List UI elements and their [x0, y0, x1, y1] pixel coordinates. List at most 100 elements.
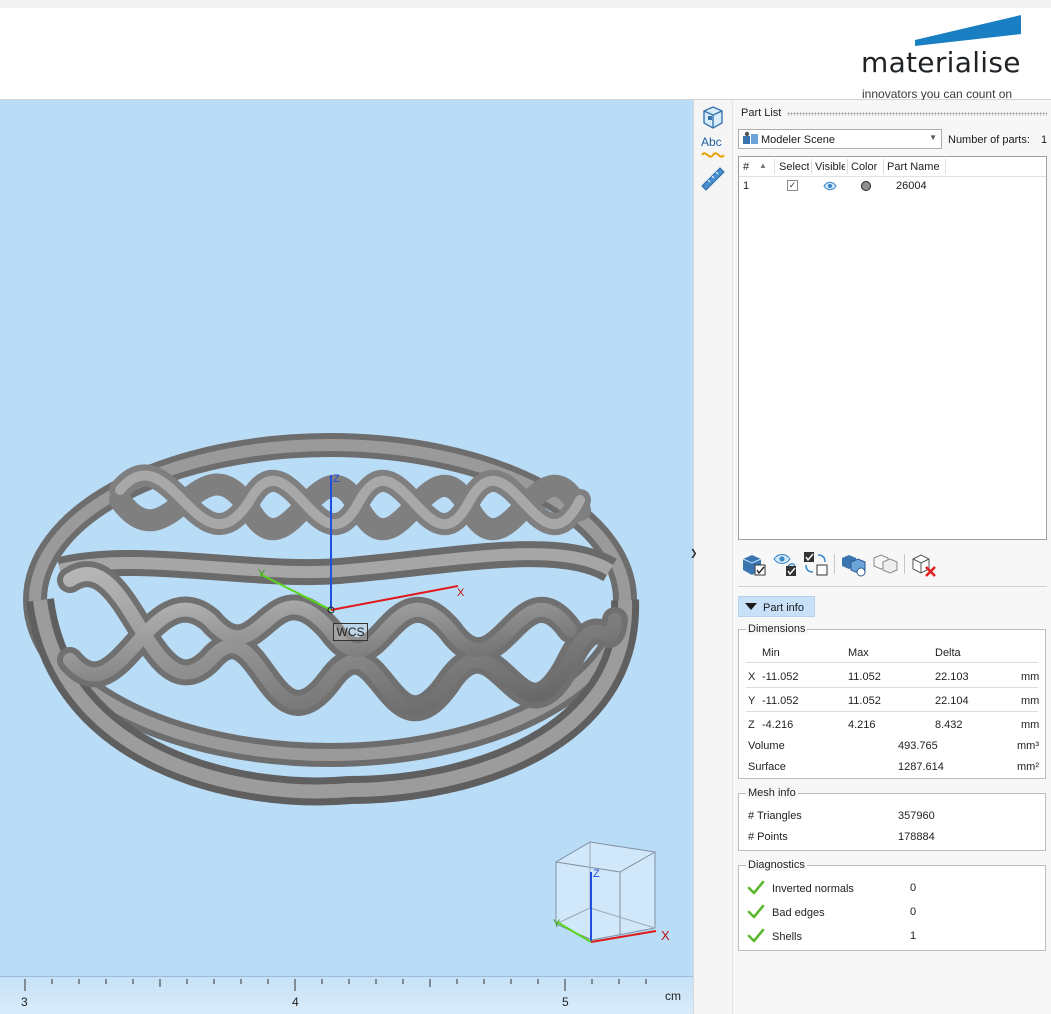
logo-tagline: innovators you can count on: [862, 87, 1013, 101]
ruler-measure-icon[interactable]: [699, 164, 727, 192]
toggle-visibility-icon[interactable]: [772, 550, 800, 578]
diag-shells-label: Shells: [772, 931, 802, 943]
dim-z-delta: 8.432: [935, 719, 963, 731]
dim-x-delta: 22.103: [935, 671, 969, 683]
top-header-bar: materialise innovators you can count on: [0, 0, 1051, 102]
select-all-parts-icon[interactable]: [740, 550, 768, 578]
dim-x-max: 11.052: [848, 671, 881, 683]
dimensions-title: Dimensions: [746, 623, 808, 635]
panel-title: Part List: [741, 107, 782, 119]
part-list-panel: Part List Modeler Scene ▼ Number of part…: [733, 100, 1051, 1014]
number-of-parts-label: Number of parts:: [948, 134, 1030, 146]
view-cube-icon[interactable]: [699, 104, 727, 132]
ruler-unit: cm: [665, 989, 681, 1003]
diag-shells-value: 1: [910, 930, 917, 942]
diag-bad-edges-label: Bad edges: [772, 907, 825, 919]
delete-part-icon[interactable]: [910, 550, 938, 578]
mesh-info-title: Mesh info: [746, 787, 798, 799]
diag-bad-edges-value: 0: [910, 906, 917, 918]
side-toolstrip: Abc ❯: [690, 100, 733, 1014]
dim-header-max: Max: [848, 647, 869, 659]
volume-label: Volume: [748, 740, 785, 752]
row-select-checkbox[interactable]: ✓: [787, 180, 798, 191]
part-info-label: Part info: [763, 602, 804, 614]
wcs-label: WCS: [333, 623, 368, 641]
cube-z-label: Z: [593, 868, 600, 880]
orientation-cube[interactable]: [555, 841, 657, 943]
dim-x-unit: mm: [1021, 671, 1040, 683]
volume-value: 493.765: [898, 740, 938, 752]
points-label: # Points: [748, 831, 788, 843]
color-swatch-icon[interactable]: [860, 180, 872, 192]
chevron-down-icon: ▼: [929, 133, 937, 142]
scene-select-value: Modeler Scene: [761, 134, 835, 146]
volume-unit: mm³: [1017, 740, 1039, 752]
dim-x-min: -11.052: [762, 671, 799, 683]
collapse-triangle-icon: [745, 603, 757, 610]
dim-z-unit: mm: [1021, 719, 1040, 731]
dim-axis-y: Y: [748, 695, 756, 707]
ruler-ticks: [24, 979, 647, 991]
diagnostics-title: Diagnostics: [746, 859, 807, 871]
eye-icon[interactable]: [823, 181, 837, 191]
diag-inverted-normals-value: 0: [910, 882, 917, 894]
part-list-table[interactable]: # ▲ Select Visible Color Part Name 1 ✓ 2…: [738, 156, 1047, 540]
collapse-arrow-icon[interactable]: ❯: [690, 548, 698, 559]
panel-grip[interactable]: [787, 112, 1047, 116]
table-row[interactable]: 1 ✓ 26004: [739, 178, 1046, 194]
dim-z-max: 4.216: [848, 719, 876, 731]
dim-y-min: -11.052: [762, 695, 799, 707]
logo-wordmark: materialise: [861, 46, 1021, 79]
part-info-toggle[interactable]: Part info: [738, 596, 815, 617]
col-index[interactable]: #: [743, 161, 749, 173]
checkmark-icon: [747, 904, 765, 919]
dim-y-max: 11.052: [848, 695, 881, 707]
mesh-info-group: Mesh info # Triangles 357960 # Points 17…: [738, 787, 1046, 851]
dim-y-delta: 22.104: [935, 695, 969, 707]
ungroup-parts-icon[interactable]: [872, 550, 900, 578]
cube-x-label: X: [661, 928, 670, 943]
scene-icon: [743, 131, 758, 144]
dim-axis-x: X: [748, 671, 756, 683]
sort-ascending-icon: ▲: [759, 161, 767, 170]
surface-value: 1287.614: [898, 761, 944, 773]
wcs-y-label: Y: [258, 568, 266, 580]
text-annotation-icon[interactable]: Abc: [699, 135, 727, 163]
group-parts-icon[interactable]: [840, 550, 868, 578]
surface-label: Surface: [748, 761, 786, 773]
surface-unit: mm²: [1017, 761, 1039, 773]
invert-selection-icon[interactable]: [802, 550, 830, 578]
dim-y-unit: mm: [1021, 695, 1040, 707]
points-value: 178884: [898, 831, 935, 843]
dim-z-min: -4.216: [762, 719, 794, 731]
row-index: 1: [743, 180, 750, 192]
col-select[interactable]: Select: [779, 161, 809, 173]
checkmark-icon: [747, 928, 765, 943]
wcs-x-label: X: [457, 587, 465, 599]
triangles-label: # Triangles: [748, 810, 802, 822]
ruler-label-4: 4: [292, 995, 299, 1009]
diag-inverted-normals-label: Inverted normals: [772, 883, 854, 895]
col-part-name[interactable]: Part Name: [887, 161, 940, 173]
wcs-z-label: Z: [333, 473, 340, 485]
col-color[interactable]: Color: [851, 161, 877, 173]
materialise-logo: materialise innovators you can count on: [861, 14, 1021, 102]
dim-axis-z: Z: [748, 719, 755, 731]
scene-dropdown[interactable]: Modeler Scene ▼: [738, 129, 942, 149]
triangles-value: 357960: [898, 810, 935, 822]
row-part-name: 26004: [896, 180, 927, 192]
scale-ruler: 3 4 5 cm: [0, 976, 693, 1014]
dim-header-min: Min: [762, 647, 780, 659]
number-of-parts-value: 1: [1041, 134, 1048, 146]
ring-model[interactable]: [0, 100, 693, 976]
checkmark-icon: [747, 880, 765, 895]
part-actions-toolbar: [738, 548, 1050, 580]
3d-viewport[interactable]: WCS X Y Z X Y Z 3 4 5 cm: [0, 100, 693, 1014]
diagnostics-group: Diagnostics Inverted normals 0 Bad edges…: [738, 859, 1046, 951]
col-visible[interactable]: Visible: [815, 161, 845, 173]
dimensions-group: Dimensions Min Max Delta X -11.052 11.05…: [738, 623, 1046, 779]
table-header: # ▲ Select Visible Color Part Name: [739, 157, 1046, 177]
dim-header-delta: Delta: [935, 647, 961, 659]
ruler-label-3: 3: [21, 995, 28, 1009]
ruler-label-5: 5: [562, 995, 569, 1009]
